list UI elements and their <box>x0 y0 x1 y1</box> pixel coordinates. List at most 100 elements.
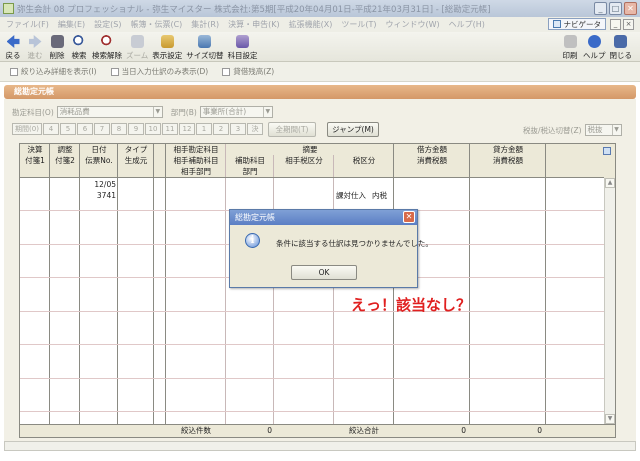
filter-row: 勘定科目(O) 消耗品費 ▼ 部門(B) 事業所(合計) ▼ <box>12 106 273 118</box>
clear-search-button[interactable]: 検索解除 <box>92 32 122 61</box>
back-arrow-icon <box>6 35 20 48</box>
menu-aggregate[interactable]: 集計(R) <box>191 19 219 30</box>
month-10[interactable]: 10 <box>145 123 161 135</box>
help-button[interactable]: ヘルプ <box>583 32 606 61</box>
navigator-icon <box>552 20 561 28</box>
month-3[interactable]: 3 <box>230 123 246 135</box>
size-toggle-label: サイズ切替 <box>186 51 224 60</box>
checkbox[interactable] <box>10 67 18 76</box>
tax-toggle-label: 税抜/税込切替(Z) <box>523 125 582 135</box>
all-period-button[interactable]: 全期間(T) <box>268 122 316 137</box>
delete-label: 削除 <box>49 51 65 60</box>
horizontal-scrollbar[interactable] <box>4 441 636 451</box>
checkbox[interactable] <box>222 67 231 76</box>
printer-icon <box>563 35 577 48</box>
filter-count-value: 0 <box>267 426 272 435</box>
jump-button[interactable]: ジャンプ(M) <box>327 122 379 137</box>
forward-label: 進む <box>27 51 43 60</box>
menu-window[interactable]: ウィンドウ(W) <box>385 19 439 30</box>
scroll-down-icon[interactable]: ▼ <box>605 414 615 424</box>
menu-settings[interactable]: 設定(S) <box>94 19 121 30</box>
dialog-close-button[interactable]: ✕ <box>403 211 415 223</box>
menu-help[interactable]: ヘルプ(H) <box>449 19 485 30</box>
menu-books[interactable]: 帳簿・伝票(C) <box>130 19 182 30</box>
header-debit-tax: 消費税額 <box>417 156 447 165</box>
month-7[interactable]: 7 <box>94 123 110 135</box>
chevron-down-icon: ▼ <box>611 125 621 135</box>
child-minimize-button[interactable]: _ <box>610 19 621 30</box>
display-settings-button[interactable]: 表示設定 <box>152 32 182 61</box>
header-source: 生成元 <box>124 156 148 165</box>
account-settings-label: 科目設定 <box>227 51 258 60</box>
menu-file[interactable]: ファイル(F) <box>6 19 49 30</box>
account-select[interactable]: 消耗品費 ▼ <box>56 106 163 118</box>
month-2[interactable]: 2 <box>213 123 229 135</box>
row-tax-class[interactable]: 課対仕入 <box>336 190 366 202</box>
app-icon <box>3 3 14 14</box>
clear-search-icon <box>100 35 114 48</box>
scroll-up-icon[interactable]: ▲ <box>605 178 615 188</box>
month-9[interactable]: 9 <box>128 123 144 135</box>
message-dialog: 総勘定元帳 ✕ i 条件に該当する仕訳は見つかりませんでした。 OK <box>229 209 433 288</box>
zoom-button[interactable]: ズーム <box>126 32 148 61</box>
show-filter-details-option[interactable]: 絞り込み詳細を表示(I) <box>10 66 97 77</box>
help-label: ヘルプ <box>583 51 606 60</box>
navigator-button[interactable]: ナビゲータ <box>547 18 606 30</box>
dialog-title: 総勘定元帳 <box>235 213 275 222</box>
month-8[interactable]: 8 <box>111 123 127 135</box>
summary-row: 絞込件数 0 絞込合計 0 0 <box>20 424 615 437</box>
month-5[interactable]: 5 <box>60 123 76 135</box>
month-6[interactable]: 6 <box>77 123 93 135</box>
back-button[interactable]: 戻る <box>4 32 22 61</box>
account-settings-button[interactable]: 科目設定 <box>228 32 258 61</box>
department-select[interactable]: 事業所(合計) ▼ <box>199 106 273 118</box>
month-12[interactable]: 12 <box>179 123 195 135</box>
vertical-scrollbar[interactable]: ▲ ▼ <box>604 178 615 424</box>
header-credit-tax: 消費税額 <box>493 156 523 165</box>
checkbox[interactable] <box>110 67 119 76</box>
print-label: 印刷 <box>562 51 578 60</box>
period-row: 期間(0) 4 5 6 7 8 9 10 11 12 1 2 3 決 <box>12 123 264 135</box>
chevron-down-icon: ▼ <box>152 107 162 117</box>
navigator-label: ナビゲータ <box>563 19 602 29</box>
child-close-button[interactable]: × <box>623 19 634 30</box>
filter-total-label: 絞込合計 <box>349 426 379 435</box>
menu-extensions[interactable]: 拡張機能(X) <box>289 19 333 30</box>
annotation-text: えっ！該当なし？ <box>351 296 472 314</box>
panel-title: 総勘定元帳 <box>4 85 636 99</box>
close-window-button[interactable]: ✕ <box>624 2 637 15</box>
size-toggle-button[interactable]: サイズ切替 <box>186 32 224 61</box>
month-4[interactable]: 4 <box>43 123 59 135</box>
account-label: 勘定科目(O) <box>12 107 54 117</box>
close-book-button[interactable]: 閉じる <box>609 32 633 61</box>
tax-toggle-select[interactable]: 税抜 ▼ <box>584 124 622 136</box>
today-only-option[interactable]: 当日入力仕訳のみ表示(D) <box>110 66 208 77</box>
balance-option[interactable]: 貸借残高(Z) <box>222 66 274 77</box>
month-11[interactable]: 11 <box>162 123 178 135</box>
search-button[interactable]: 検索 <box>70 32 88 61</box>
delete-button[interactable]: 削除 <box>48 32 66 61</box>
close-label: 閉じる <box>609 51 633 60</box>
row-slip-no[interactable]: 3741 <box>80 190 116 202</box>
period-label[interactable]: 期間(0) <box>12 123 42 135</box>
header-counter-tax: 相手税区分 <box>285 156 323 165</box>
display-settings-icon <box>160 35 174 48</box>
help-icon <box>587 35 601 48</box>
row-tax-type[interactable]: 内税 <box>372 190 387 202</box>
minimize-button[interactable]: _ <box>594 2 607 15</box>
zoom-icon <box>130 35 144 48</box>
forward-button[interactable]: 進む <box>26 32 44 61</box>
search-label: 検索 <box>71 51 87 60</box>
menu-closing[interactable]: 決算・申告(K) <box>228 19 280 30</box>
ok-button[interactable]: OK <box>291 265 357 280</box>
month-1[interactable]: 1 <box>196 123 212 135</box>
maximize-button[interactable]: □ <box>609 2 622 15</box>
window-title: 弥生会計 08 プロフェッショナル - 弥生マイスター 株式会社:第5期[平成2… <box>17 4 491 15</box>
grid-header: 決算 付箋1 調整 付箋2 日付 伝票No. タイプ 生成元 相手勘定科目 相手… <box>20 144 615 178</box>
print-button[interactable]: 印刷 <box>561 32 579 61</box>
column-settings-icon[interactable] <box>603 147 611 155</box>
menu-tools[interactable]: ツール(T) <box>341 19 376 30</box>
month-closing[interactable]: 決 <box>247 123 263 135</box>
menu-edit[interactable]: 編集(E) <box>58 19 85 30</box>
header-tax-class: 税区分 <box>352 156 376 165</box>
